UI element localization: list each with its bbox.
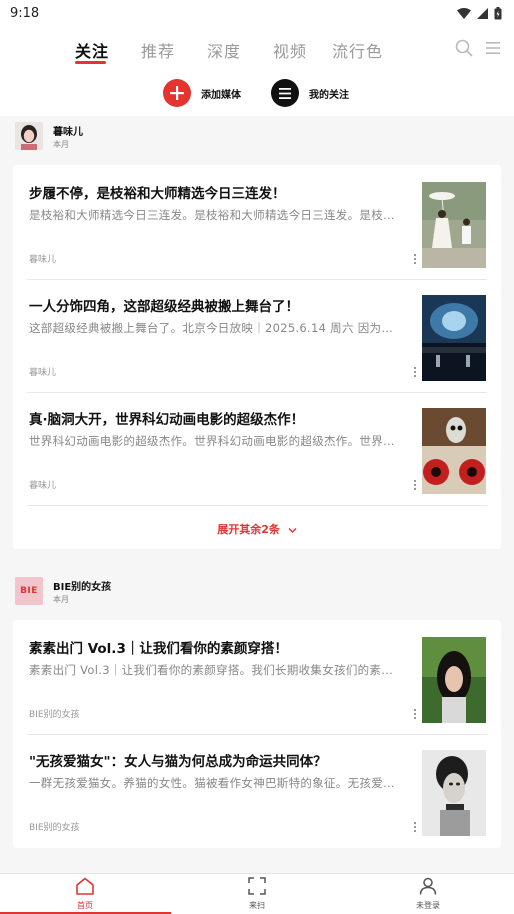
article-item[interactable]: 真·脑洞大开，世界科幻动画电影的超级杰作！ 世界科幻动画电影的超级杰作。世界科幻… [27,406,487,519]
status-time: 9:18 [10,5,40,21]
more-options-icon[interactable] [411,707,419,721]
article-source: 暮味儿 [29,255,57,265]
add-media-label: 添加媒体 [201,89,241,101]
home-icon [76,877,94,895]
article-title: 素素出门 Vol.3｜让我们看你的素颜穿搭！ [29,641,288,657]
add-media-button[interactable]: 添加媒体 [163,79,241,107]
bottom-nav: 首页 来扫 未登录 [0,873,514,914]
menu-icon[interactable] [486,41,500,55]
article-summary: 一群无孩爱猫女。养猫的女性。猫被看作女神巴斯特的象征。无孩爱猫女 [29,776,401,790]
more-options-icon[interactable] [411,478,419,492]
article-title: "无孩爱猫女"：女人与猫为何总成为命运共同体？ [29,754,327,770]
list-icon [271,79,299,107]
source-header[interactable]: 暮味儿 本月 [0,118,514,162]
user-icon [419,877,437,895]
nav-home[interactable]: 首页 [55,877,115,911]
article-summary: 这部超级经典被搬上舞台了。北京今日放映｜2025.6.14 周六 因为这部超级经… [29,321,401,335]
article-summary: 世界科幻动画电影的超级杰作。世界科幻动画电影的超级杰作。世界科幻动画电影 [29,434,401,448]
active-tab-indicator [75,61,106,64]
avatar-logo: BIE [20,586,38,596]
source-time: 本月 [53,140,69,149]
status-icons [457,6,502,20]
article-title: 步履不停，是枝裕和大师精选今日三连发！ [29,186,286,202]
scan-icon [248,877,266,895]
signal-icon [477,7,488,19]
action-row: 添加媒体 我的关注 [0,72,514,116]
article-source: 暮味儿 [29,481,57,491]
expand-more-label: 展开其余2条 [217,523,280,536]
article-source: 暮味儿 [29,368,57,378]
avatar [15,122,43,150]
top-nav: 关注 推荐 深度 视频 流行色 [0,26,514,72]
divider [27,734,487,735]
battery-icon [494,6,502,19]
nav-scan[interactable]: 来扫 [227,877,287,911]
chevron-down-icon [288,527,297,533]
article-source: BIE别的女孩 [29,823,80,833]
article-thumbnail [422,637,486,723]
tab-trending-color[interactable]: 流行色 [332,38,383,62]
article-group-card: 素素出门 Vol.3｜让我们看你的素颜穿搭！ 素素出门 Vol.3｜让我们看你的… [13,620,501,848]
app-screen: 9:18 关注 推荐 深度 视频 流行色 添加媒体 我的关注 暮味儿 本月 步履… [0,0,514,914]
tab-video[interactable]: 视频 [273,38,307,62]
source-time: 本月 [53,595,69,604]
divider [27,505,487,506]
divider [27,392,487,393]
article-item[interactable]: 步履不停，是枝裕和大师精选今日三连发！ 是枝裕和大师精选今日三连发。是枝裕和大师… [27,180,487,293]
article-source: BIE别的女孩 [29,710,80,720]
article-item[interactable]: 一人分饰四角，这部超级经典被搬上舞台了！ 这部超级经典被搬上舞台了。北京今日放映… [27,293,487,406]
plus-icon [163,79,191,107]
article-title: 一人分饰四角，这部超级经典被搬上舞台了！ [29,299,299,315]
article-group-card: 步履不停，是枝裕和大师精选今日三连发！ 是枝裕和大师精选今日三连发。是枝裕和大师… [13,165,501,549]
tab-following[interactable]: 关注 [75,38,109,62]
source-name: 暮味儿 [53,127,83,138]
article-item[interactable]: 素素出门 Vol.3｜让我们看你的素颜穿搭！ 素素出门 Vol.3｜让我们看你的… [27,635,487,748]
article-thumbnail [422,750,486,836]
article-thumbnail [422,408,486,494]
article-title: 真·脑洞大开，世界科幻动画电影的超级杰作！ [29,412,305,428]
nav-profile[interactable]: 未登录 [398,877,458,911]
source-header[interactable]: BIE BIE别的女孩 本月 [0,573,514,617]
source-name: BIE别的女孩 [53,582,112,593]
tab-recommend[interactable]: 推荐 [141,38,175,62]
nav-home-label: 首页 [77,901,93,910]
article-thumbnail [422,182,486,268]
more-options-icon[interactable] [411,365,419,379]
nav-scan-label: 来扫 [249,901,265,910]
nav-profile-label: 未登录 [416,901,440,910]
article-item[interactable]: "无孩爱猫女"：女人与猫为何总成为命运共同体？ 一群无孩爱猫女。养猫的女性。猫被… [27,748,487,861]
article-summary: 素素出门 Vol.3｜让我们看你的素颜穿搭。我们长期收集女孩们的素颜穿搭 [29,663,401,677]
search-icon[interactable] [455,39,473,57]
wifi-icon [457,7,471,19]
divider [27,279,487,280]
avatar: BIE [15,577,43,605]
expand-more-button[interactable]: 展开其余2条 [13,521,501,537]
tab-depth[interactable]: 深度 [207,38,241,62]
more-options-icon[interactable] [411,252,419,266]
article-summary: 是枝裕和大师精选今日三连发。是枝裕和大师精选今日三连发。是枝裕和大师精选今日三连… [29,208,401,222]
status-bar: 9:18 [0,0,514,26]
more-options-icon[interactable] [411,820,419,834]
my-follow-label: 我的关注 [309,89,349,101]
article-thumbnail [422,295,486,381]
my-follow-button[interactable]: 我的关注 [271,79,349,107]
